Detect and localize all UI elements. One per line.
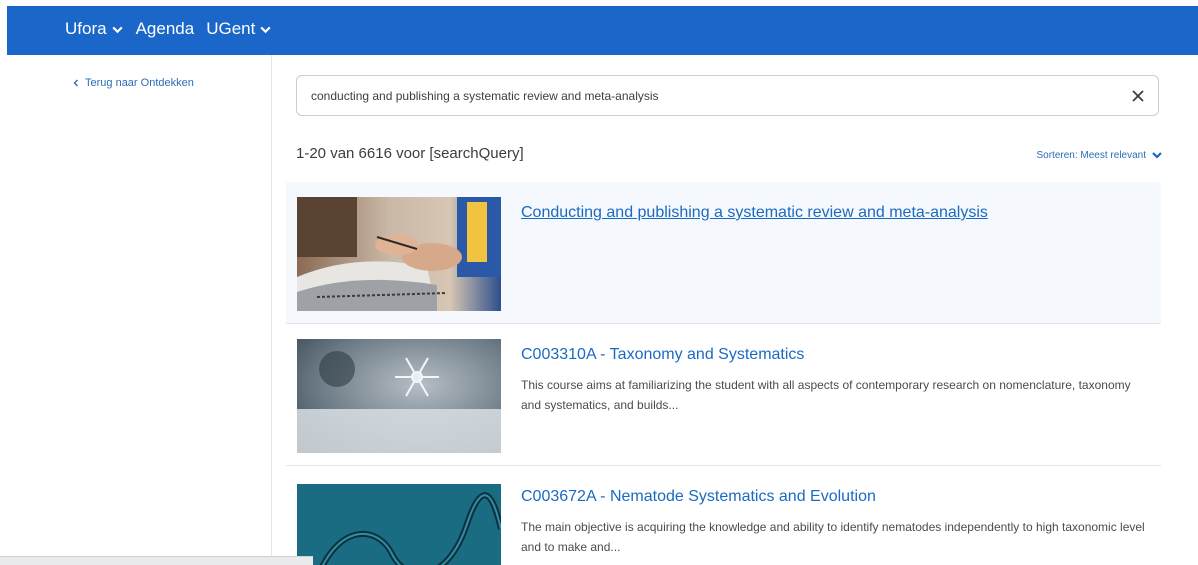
sort-label: Sorteren: Meest relevant xyxy=(1036,149,1147,161)
nav-item-label: Ufora xyxy=(65,19,107,38)
hands-writing-notebook-image[interactable] xyxy=(297,197,501,311)
back-to-discover-link[interactable]: Terug naar Ontdekken xyxy=(72,77,194,89)
result-description: This course aims at familiarizing the st… xyxy=(521,378,1131,412)
nav-item-agenda[interactable]: Agenda xyxy=(136,19,195,39)
chevron-down-icon xyxy=(1152,152,1162,159)
nematode-image[interactable] xyxy=(297,484,501,565)
close-icon xyxy=(1132,90,1144,102)
main-nav: Ufora Agenda UGent xyxy=(65,19,284,39)
search-input[interactable] xyxy=(311,86,1091,106)
chevron-down-icon xyxy=(260,26,271,33)
snowflake-image[interactable] xyxy=(297,339,501,453)
result-title-link[interactable]: Conducting and publishing a systematic r… xyxy=(521,204,988,222)
chevron-left-icon xyxy=(73,79,78,87)
back-link-label: Terug naar Ontdekken xyxy=(85,77,194,89)
nav-item-ugent[interactable]: UGent xyxy=(206,19,272,39)
sort-dropdown[interactable]: Sorteren: Meest relevant xyxy=(1037,149,1164,161)
chevron-down-icon xyxy=(111,26,123,33)
nav-item-label: Agenda xyxy=(135,19,195,38)
results-list: Conducting and publishing a systematic r… xyxy=(286,182,1161,565)
status-bar xyxy=(0,556,313,565)
result-item[interactable]: Conducting and publishing a systematic r… xyxy=(286,182,1161,324)
result-item[interactable]: C003310A - Taxonomy and Systematics This… xyxy=(286,324,1161,466)
sidebar: Terug naar Ontdekken xyxy=(7,55,272,565)
nav-item-label: UGent xyxy=(206,19,256,38)
result-title-link[interactable]: C003310A - Taxonomy and Systematics xyxy=(521,346,804,364)
result-title-link[interactable]: C003672A - Nematode Systematics and Evol… xyxy=(521,488,876,506)
result-count: 1-20 van 6616 voor [searchQuery] xyxy=(296,145,524,162)
search-box xyxy=(296,75,1159,116)
nav-item-ufora[interactable]: Ufora xyxy=(65,19,124,39)
clear-search-button[interactable] xyxy=(1127,85,1149,107)
result-description: The main objective is acquiring the know… xyxy=(521,520,1145,554)
top-navbar: Ufora Agenda UGent xyxy=(7,6,1198,55)
result-item[interactable]: C003672A - Nematode Systematics and Evol… xyxy=(286,466,1161,565)
